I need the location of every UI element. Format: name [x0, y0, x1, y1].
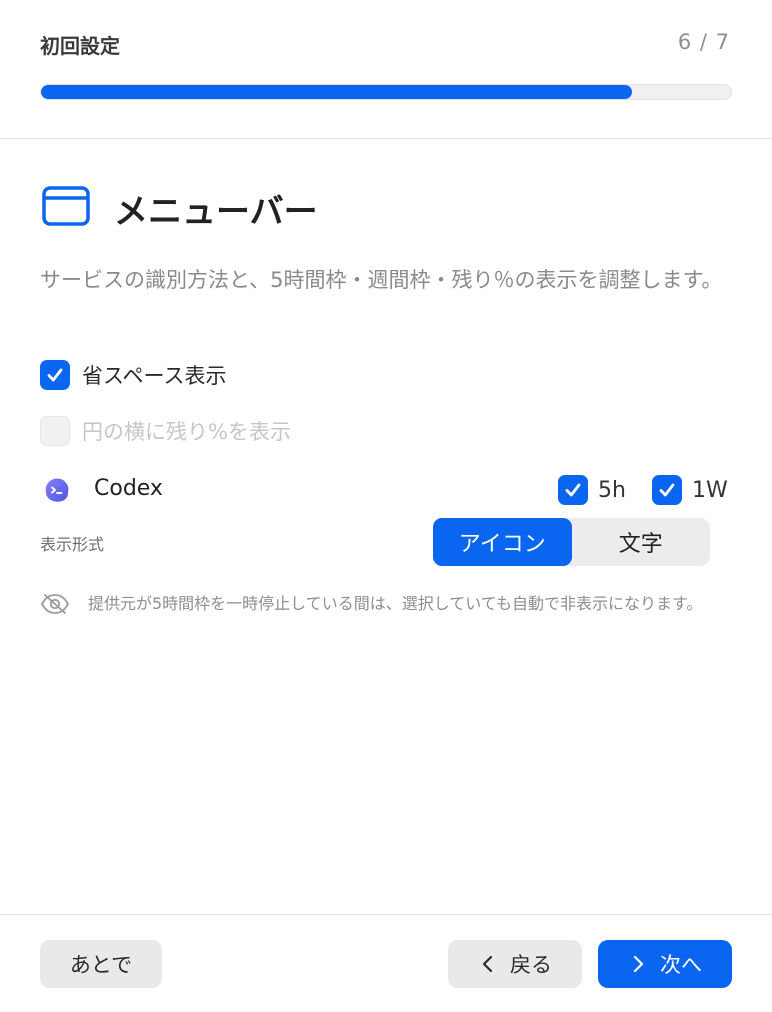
window-5h-label: 5h [598, 477, 626, 503]
header-title: 初回設定 [40, 34, 120, 58]
auto-hide-note: 提供元が5時間枠を一時停止している間は、選択していても自動で非表示になります。 [88, 594, 703, 613]
chevron-right-icon [633, 955, 644, 973]
eye-slash-icon [40, 594, 70, 614]
display-format-icon-option[interactable]: アイコン [433, 518, 572, 566]
remaining-beside-circle-option: 円の横に残り%を表示 [40, 416, 291, 446]
back-button[interactable]: 戻る [448, 940, 582, 988]
window-1w-label: 1W [692, 477, 728, 503]
window-1w-checkbox[interactable] [652, 475, 682, 505]
onboarding-page: 初回設定 6 / 7 メニューバー サービスの識別方法と、5時間枠・週間枠・残り… [0, 0, 772, 1012]
compact-display-label: 省スペース表示 [82, 364, 227, 388]
codex-icon [45, 478, 69, 502]
step-indicator: 6 / 7 [677, 30, 730, 54]
back-button-label: 戻る [510, 953, 552, 977]
display-format-text-option[interactable]: 文字 [572, 518, 711, 566]
compact-display-checkbox[interactable] [40, 360, 70, 390]
window-1w-option[interactable]: 1W [652, 475, 728, 505]
next-button[interactable]: 次へ [598, 940, 732, 988]
service-name: Codex [94, 476, 163, 501]
later-button-label: あとで [69, 953, 133, 977]
checkmark-icon [565, 483, 581, 497]
later-button[interactable]: あとで [40, 940, 162, 988]
header-divider [0, 138, 772, 139]
display-format-segmented-control[interactable]: アイコン 文字 [433, 518, 710, 566]
checkmark-icon [659, 483, 675, 497]
compact-display-option[interactable]: 省スペース表示 [40, 360, 226, 390]
remaining-beside-circle-checkbox [40, 416, 70, 446]
menubar-window-icon [42, 186, 90, 226]
remaining-beside-circle-label: 円の横に残り%を表示 [82, 420, 291, 444]
chevron-left-icon [482, 955, 493, 973]
footer-divider [0, 914, 772, 915]
window-5h-checkbox[interactable] [558, 475, 588, 505]
display-format-label: 表示形式 [40, 535, 105, 554]
window-5h-option[interactable]: 5h [558, 475, 626, 505]
checkmark-icon [47, 368, 63, 382]
progress-fill [41, 85, 633, 99]
section-description: サービスの識別方法と、5時間枠・週間枠・残り％の表示を調整します。 [40, 268, 723, 292]
section-title: メニューバー [114, 192, 318, 232]
progress-bar [40, 84, 732, 100]
next-button-label: 次へ [660, 953, 702, 977]
